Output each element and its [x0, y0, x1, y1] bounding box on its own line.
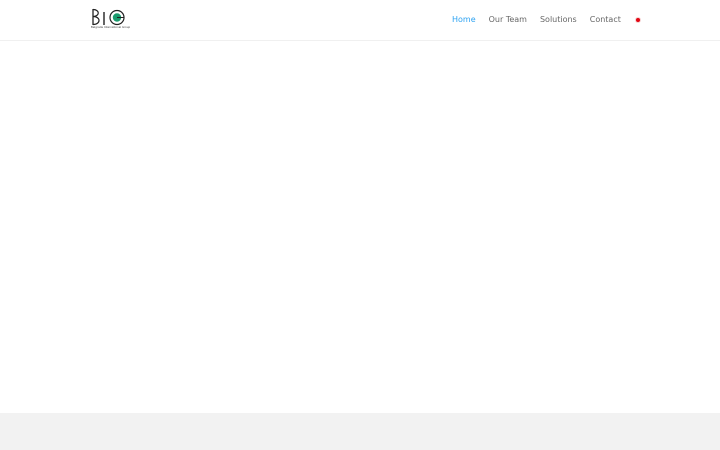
- nav-our-team[interactable]: Our Team: [489, 0, 527, 40]
- main-content: [0, 41, 720, 413]
- nav-solutions[interactable]: Solutions: [540, 0, 577, 40]
- logo-mark-icon: [92, 8, 125, 26]
- flag-icon[interactable]: [635, 18, 640, 22]
- logo-caption: Belgrade International Group: [91, 26, 131, 29]
- site-logo[interactable]: Belgrade International Group: [91, 8, 131, 32]
- nav-home[interactable]: Home: [452, 0, 476, 40]
- nav-contact[interactable]: Contact: [590, 0, 621, 40]
- page: Belgrade International Group Home Our Te…: [0, 0, 720, 450]
- site-footer: [0, 413, 720, 450]
- main-nav: Home Our Team Solutions Contact: [452, 0, 640, 40]
- site-header: Belgrade International Group Home Our Te…: [0, 0, 720, 40]
